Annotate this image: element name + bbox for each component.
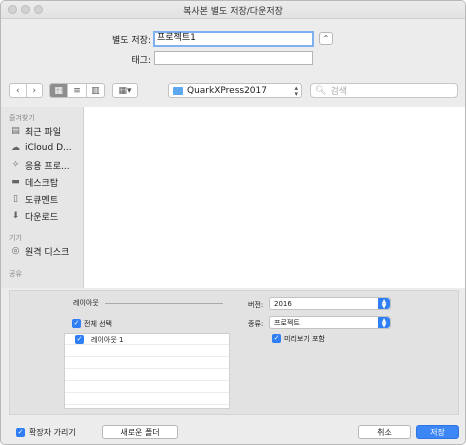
updown-arrows-icon: ▲ ▼ — [378, 317, 390, 328]
type-label: 종류: — [248, 320, 264, 328]
search-placeholder: 검색 — [330, 87, 347, 97]
cloud-icon: ☁ — [11, 143, 20, 153]
columns-icon: ▥ — [91, 85, 100, 96]
location-label: QuarkXPress2017 — [187, 85, 267, 96]
chevron-left-icon: ‹ — [15, 85, 20, 96]
icon-view-button[interactable]: ▦ — [50, 84, 69, 97]
cancel-button[interactable]: 취소 — [358, 425, 411, 439]
include-preview-label: 미리보기 포함 — [284, 335, 325, 343]
layouts-label: 레이아웃 — [73, 299, 99, 307]
list-item — [65, 394, 229, 405]
save-dialog: 복사본 별도 저장/다운저장 별도 저장: 프로젝트1 ⌃ 태그: ‹ › ▦ … — [0, 0, 466, 445]
sidebar: 즐겨찾기 ▤ 최근 파일 ☁ iCloud D... ✧ 응용 프로... ▬ … — [1, 107, 84, 288]
forward-button[interactable]: › — [27, 84, 43, 97]
title-bar: 복사본 별도 저장/다운저장 — [1, 1, 465, 19]
chevron-up-icon: ⌃ — [322, 34, 330, 43]
sidebar-item-label: 다운로드 — [25, 212, 59, 223]
applications-icon: ✧ — [11, 160, 20, 170]
sidebar-item-label: 도큐멘트 — [25, 195, 59, 206]
include-preview-checkbox[interactable]: ✓ — [272, 334, 281, 343]
version-label: 버전: — [248, 301, 264, 309]
sidebar-item-recent[interactable]: ▤ 최근 파일 — [10, 124, 82, 138]
version-value: 2016 — [274, 299, 292, 308]
grid-icon: ▦ — [54, 85, 63, 96]
hide-extension-checkbox[interactable]: ✓ — [16, 428, 25, 437]
collapse-button[interactable]: ⌃ — [319, 32, 333, 45]
layout-checkbox[interactable]: ✓ — [75, 335, 84, 344]
downloads-icon: ⬇ — [11, 211, 20, 221]
layouts-list: ✓ 레이아웃 1 — [64, 333, 230, 409]
back-forward-control: ‹ › — [9, 83, 43, 98]
desktop-icon: ▬ — [11, 177, 20, 187]
layout-label: 레이아웃 1 — [91, 336, 124, 344]
sidebar-item-documents[interactable]: ▯ 도큐멘트 — [10, 192, 82, 206]
tags-label: 태그: — [131, 56, 151, 66]
search-field[interactable]: 🔍︎ 검색 — [310, 83, 458, 98]
devices-header: 기기 — [9, 234, 22, 242]
group-button[interactable]: ▦▾ — [112, 83, 138, 98]
sidebar-item-desktop[interactable]: ▬ 데스크탑 — [10, 175, 82, 189]
sidebar-item-downloads[interactable]: ⬇ 다운로드 — [10, 209, 82, 223]
folder-icon — [173, 86, 183, 95]
sidebar-item-label: 원격 디스크 — [25, 247, 70, 258]
disc-icon: ◎ — [11, 246, 20, 256]
sidebar-item-applications[interactable]: ✧ 응용 프로... — [10, 158, 82, 172]
list-view-button[interactable]: ≡ — [68, 84, 87, 97]
column-view-button[interactable]: ▥ — [87, 84, 104, 97]
tags-field[interactable] — [154, 51, 313, 65]
select-all-checkbox[interactable]: ✓ — [72, 319, 81, 328]
type-popup[interactable]: 프로젝트 ▲ ▼ — [269, 316, 391, 329]
list-item — [65, 382, 229, 393]
documents-icon: ▯ — [13, 194, 18, 204]
file-browser[interactable] — [84, 107, 465, 288]
list-item — [65, 346, 229, 357]
hide-extension-label: 확장자 가리기 — [29, 428, 76, 437]
updown-arrows-icon: ▴ ▾ — [294, 84, 298, 98]
type-value: 프로젝트 — [274, 318, 300, 327]
sidebar-item-label: iCloud D... — [25, 143, 72, 153]
group-grid-icon: ▦▾ — [118, 85, 132, 96]
back-button[interactable]: ‹ — [10, 84, 27, 97]
sidebar-item-label: 데스크탑 — [25, 178, 59, 189]
window-title: 복사본 별도 저장/다운저장 — [183, 7, 283, 17]
sidebar-item-label: 응용 프로... — [25, 161, 70, 172]
updown-arrows-icon: ▲ ▼ — [378, 298, 390, 309]
save-as-field[interactable]: 프로젝트1 — [153, 31, 314, 47]
sidebar-item-remote-disc[interactable]: ◎ 원격 디스크 — [10, 244, 82, 258]
chevron-right-icon: › — [32, 85, 37, 96]
select-all-label: 전체 선택 — [84, 320, 112, 328]
save-button[interactable]: 저장 — [416, 425, 459, 439]
sidebar-item-label: 최근 파일 — [25, 127, 61, 138]
location-popup[interactable]: QuarkXPress2017 ▴ ▾ — [168, 83, 302, 98]
new-folder-button[interactable]: 새로운 폴더 — [102, 425, 178, 439]
list-item — [65, 358, 229, 369]
layouts-divider — [105, 303, 223, 304]
view-mode-control: ▦ ≡ ▥ — [49, 83, 105, 98]
list-icon: ≡ — [73, 85, 81, 96]
save-as-label: 별도 저장: — [111, 36, 151, 46]
favorites-header: 즐겨찾기 — [9, 114, 35, 122]
sidebar-item-icloud[interactable]: ☁ iCloud D... — [10, 141, 82, 155]
search-icon: 🔍︎ — [315, 85, 327, 96]
list-item — [65, 370, 229, 381]
list-item[interactable]: ✓ 레이아웃 1 — [65, 334, 229, 345]
recent-icon: ▤ — [11, 126, 20, 136]
version-popup[interactable]: 2016 ▲ ▼ — [269, 297, 391, 310]
shared-header: 공유 — [9, 270, 22, 278]
